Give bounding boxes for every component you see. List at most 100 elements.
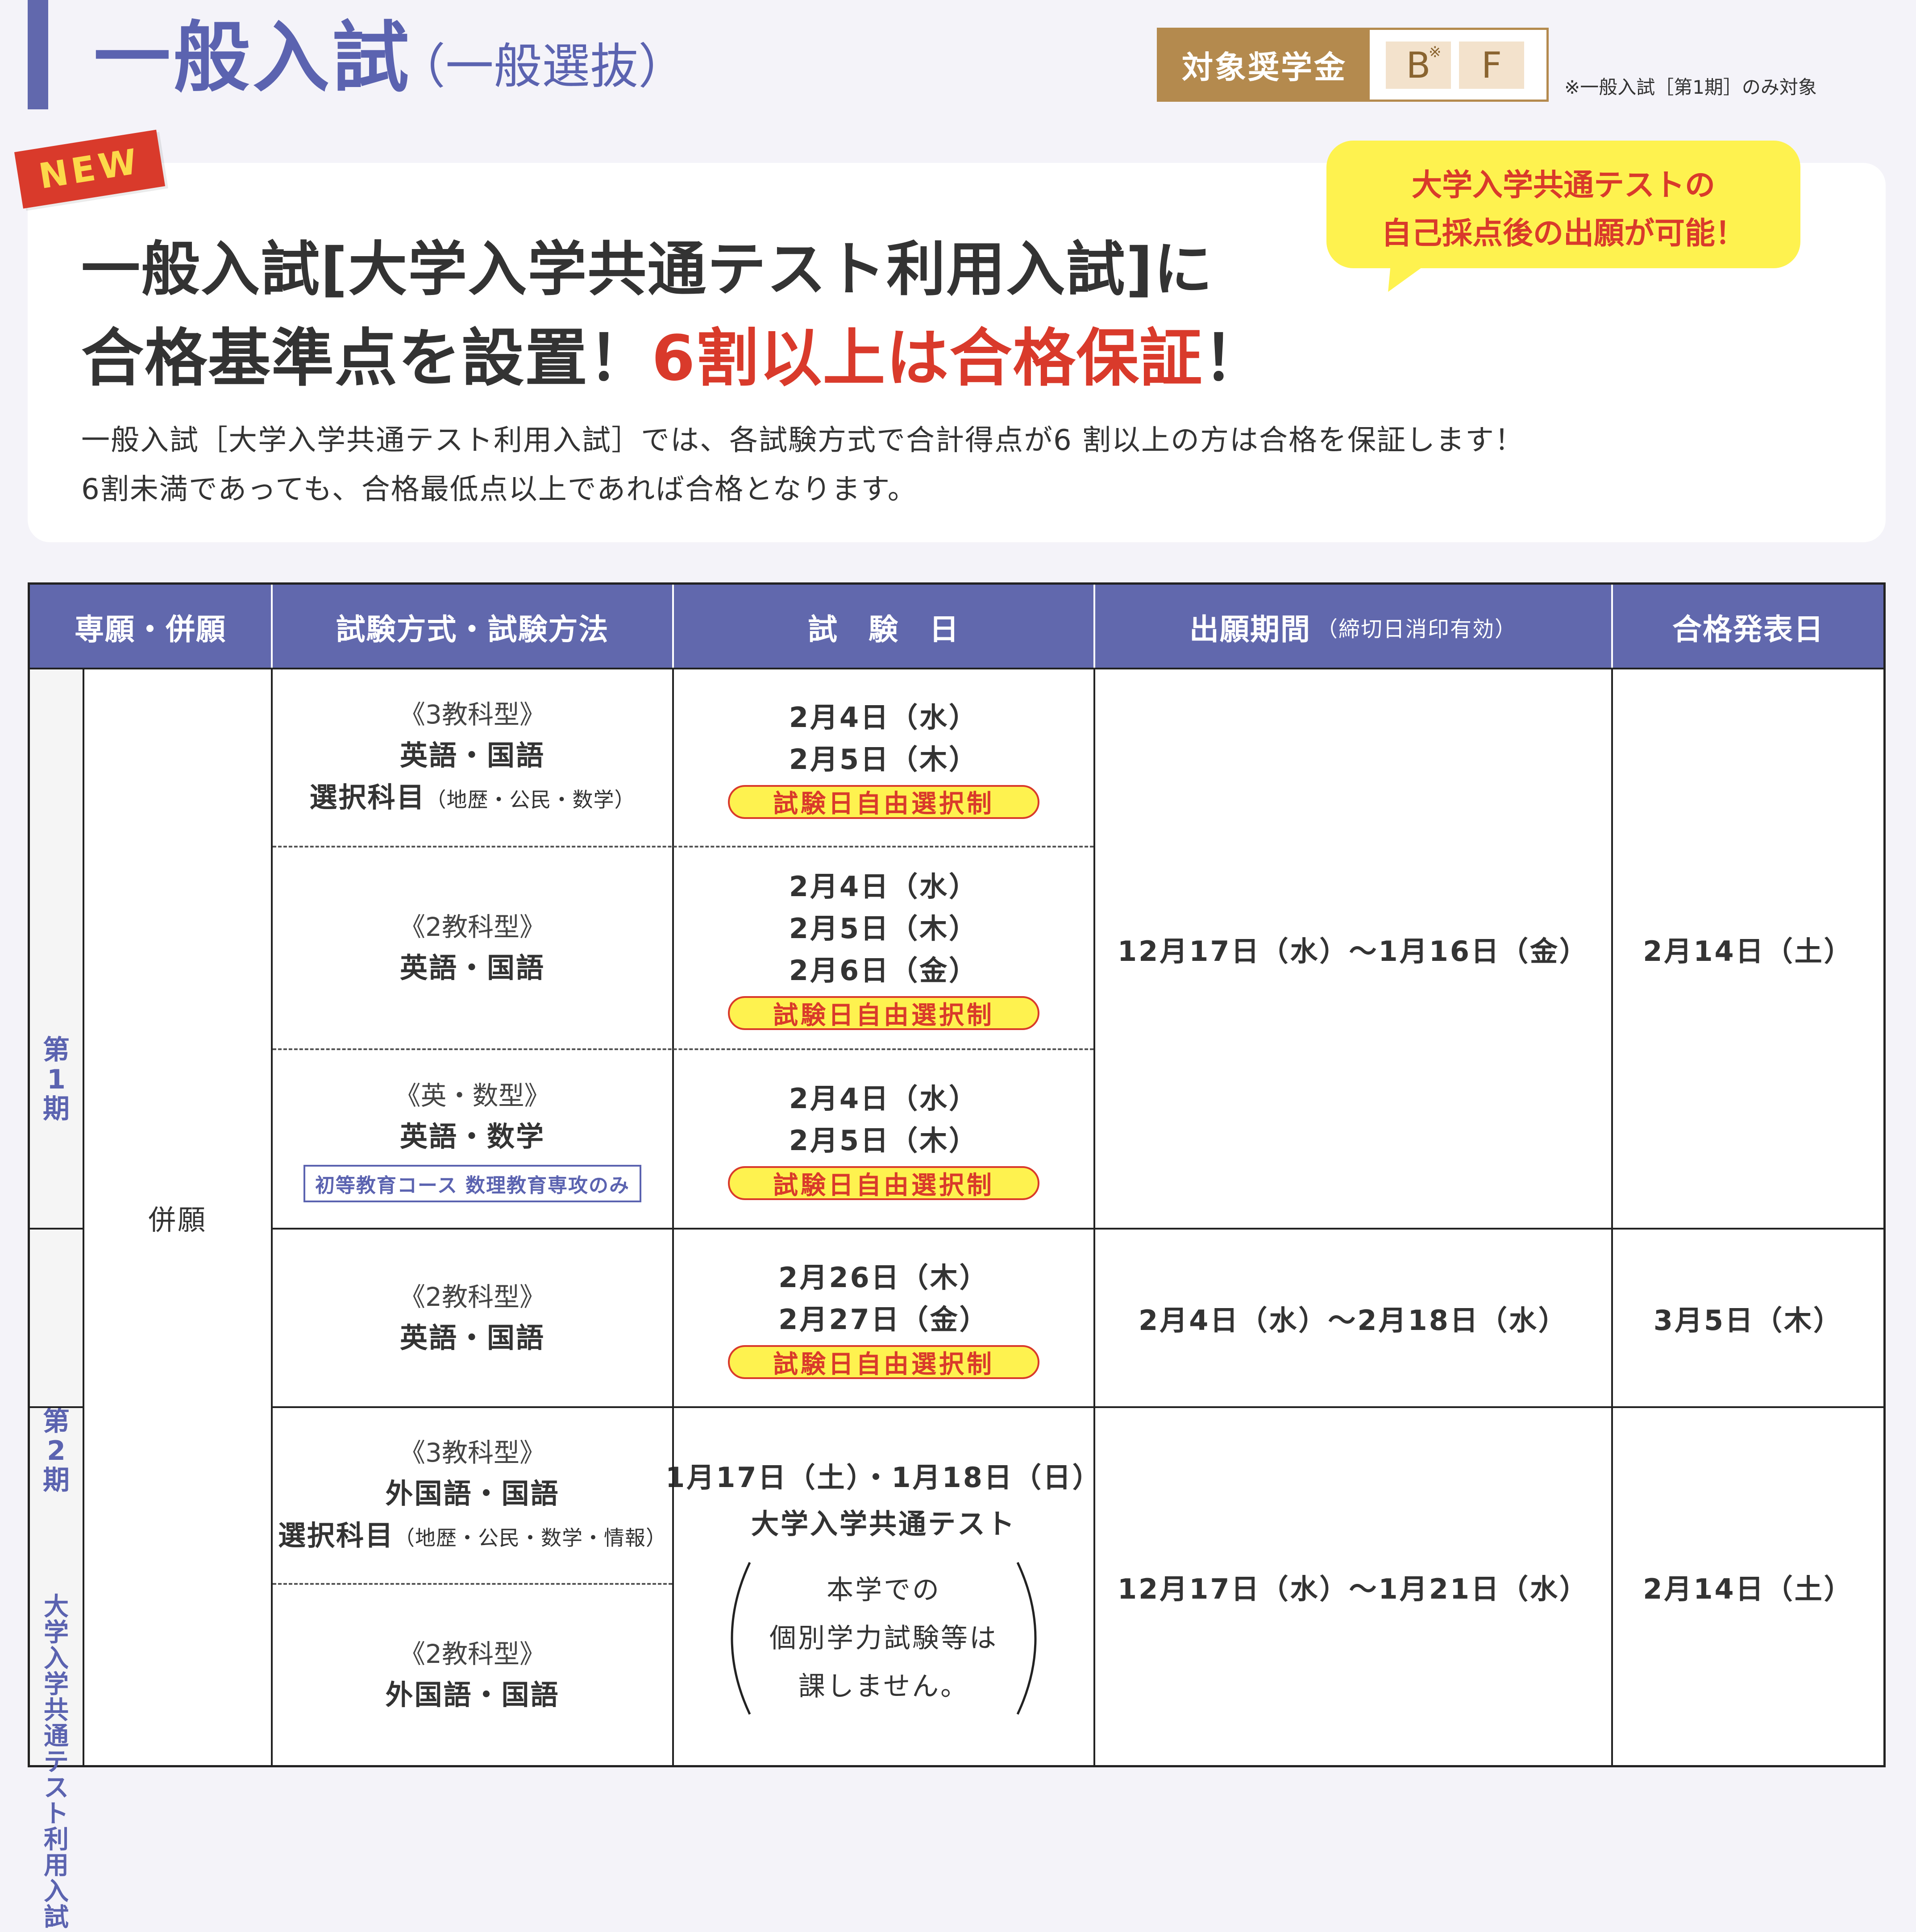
grid-line — [271, 1228, 1883, 1230]
exam-date: 2月5日（木） — [789, 912, 979, 945]
method-type: 《英・数型》 — [395, 1080, 550, 1111]
scholarship-chip-b: B ※ — [1386, 42, 1451, 89]
intro-text-2: 6割未満であっても、合格最低点以上であれば合格となります。 — [81, 473, 917, 506]
grid-line — [83, 669, 84, 1765]
method-cell: 《2教科型》 英語・国語 — [273, 1230, 672, 1406]
grid-line — [30, 668, 1883, 669]
note-line: 本学での — [827, 1575, 941, 1606]
exam-date-cell: 1月17日（土）・1月18日（日） 大学入学共通テスト 本学での 個別学力試験等… — [665, 1408, 1100, 1765]
free-select-badge: 試験日自由選択制 — [728, 996, 1039, 1030]
title-accent-bar — [28, 0, 48, 109]
method-type: 《2教科型》 — [399, 912, 545, 942]
headline-line-2: 合格基準点を設置！6割以上は合格保証！ — [81, 308, 1266, 398]
headline-part-c: ！ — [1203, 322, 1267, 395]
exam-date: 2月4日（水） — [789, 1082, 979, 1115]
note-line: 個別学力試験等は — [769, 1623, 998, 1654]
period-first: 第1期 — [43, 1035, 70, 1125]
header-divider — [271, 585, 273, 669]
exam-date-cell: 2月26日（木） 2月27日（金） 試験日自由選択制 — [674, 1230, 1093, 1406]
exam-date-cell: 2月4日（水） 2月5日（木） 2月6日（金） 試験日自由選択制 — [674, 848, 1093, 1048]
elective-note: （地歴・公民・数学） — [425, 788, 636, 812]
exam-date-label: 大学入学共通テスト — [751, 1508, 1016, 1540]
method-subjects: 英語・数学 — [399, 1120, 545, 1153]
free-select-badge: 試験日自由選択制 — [728, 1345, 1039, 1379]
no-exam-note-text: 本学での 個別学力試験等は 課しません。 — [719, 1558, 1049, 1719]
application-period: 2月4日（水）〜2月18日（水） — [1139, 1304, 1568, 1337]
header-exam-date: 試 験 日 — [808, 612, 960, 647]
method-cell: 《3教科型》 英語・国語 選択科目（地歴・公民・数学） — [273, 669, 672, 846]
scholarship-note: ※一般入試［第1期］のみ対象 — [1564, 76, 1817, 98]
result-date: 2月14日（土） — [1643, 935, 1854, 968]
method-type: 《2教科型》 — [399, 1639, 545, 1669]
period-second: 第2期 — [43, 1406, 70, 1496]
header-divider — [1093, 585, 1095, 669]
application-period-cell: 12月17日（水）〜1月21日（水） — [1095, 1408, 1611, 1765]
exam-date: 2月6日（金） — [789, 954, 979, 987]
exam-date: 2月4日（水） — [789, 701, 979, 734]
grid-line — [672, 669, 674, 1765]
headline-part-a: 合格基準点を設置！ — [81, 322, 652, 395]
headline-line-1: 一般入試[大学入学共通テスト利用入試]に — [81, 235, 1214, 304]
dashed-divider — [273, 1583, 672, 1585]
free-select-badge: 試験日自由選択制 — [728, 785, 1039, 819]
method-subjects: 英語・国語 — [399, 739, 545, 772]
grid-line — [271, 1406, 1883, 1408]
scholarship-chip-f: F — [1459, 42, 1524, 89]
chip-b-mark: ※ — [1429, 43, 1442, 61]
method-subjects: 外国語・国語 — [385, 1679, 560, 1711]
note-line: 課しません。 — [798, 1671, 969, 1702]
header-period-label: 出願期間 — [1189, 612, 1311, 647]
exam-date: 2月5日（木） — [789, 1124, 979, 1157]
grid-line — [1611, 669, 1613, 1765]
page-subtitle: （一般選抜） — [397, 39, 687, 95]
dashed-divider — [273, 1048, 1093, 1050]
application-period-cell: 2月4日（水）〜2月18日（水） — [1095, 1230, 1611, 1406]
grid-line — [30, 1228, 83, 1230]
header-divider — [672, 585, 674, 669]
course-note: 初等教育コース 数理教育専攻のみ — [303, 1165, 642, 1202]
elective-note: （地歴・公民・数学・情報） — [394, 1525, 667, 1550]
exam-date: 2月5日（木） — [789, 743, 979, 776]
header-period-note: （締切日消印有効） — [1316, 617, 1517, 642]
exam-schedule-table: 専願・併願 試験方式・試験方法 試 験 日 出願期間 （締切日消印有効） 合格発表… — [28, 582, 1886, 1931]
method-subjects: 外国語・国語 — [385, 1477, 560, 1510]
result-date: 2月14日（土） — [1643, 1573, 1854, 1605]
page-title: 一般入試 — [94, 13, 411, 103]
chip-b-text: B — [1406, 44, 1431, 86]
method-type: 《2教科型》 — [399, 1282, 545, 1312]
result-date: 3月5日（木） — [1653, 1304, 1843, 1337]
speech-bubble: 大学入学共通テストの 自己採点後の出願が可能！ — [1326, 141, 1800, 268]
dashed-divider — [273, 846, 1093, 848]
apply-type-value: 併願 — [148, 1203, 207, 1236]
free-select-badge: 試験日自由選択制 — [728, 1166, 1039, 1200]
scholarship-label: 対象奨学金 — [1159, 30, 1370, 100]
method-electives: 選択科目（地歴・公民・数学） — [309, 777, 635, 821]
no-exam-note: 本学での 個別学力試験等は 課しません。 — [719, 1558, 1049, 1719]
method-subjects: 英語・国語 — [399, 1321, 545, 1354]
exam-date: 2月26日（木） — [778, 1261, 989, 1294]
result-date-cell: 2月14日（土） — [1613, 1408, 1883, 1765]
method-subjects: 英語・国語 — [399, 951, 545, 984]
header-apply-type: 専願・併願 — [75, 612, 226, 647]
exam-date: 2月27日（金） — [778, 1303, 989, 1336]
application-period-cell: 12月17日（水）〜1月16日（金） — [1095, 669, 1611, 1228]
period-common: 大学入学共通テスト利用入試 — [44, 1592, 69, 1932]
scholarship-box: 対象奨学金 B ※ F — [1157, 28, 1549, 102]
method-cell: 《英・数型》 英語・数学 初等教育コース 数理教育専攻のみ — [273, 1050, 672, 1228]
apply-type-cell: 併願 — [84, 669, 271, 1765]
header-application-period: 出願期間 （締切日消印有効） — [1095, 585, 1611, 669]
application-period: 12月17日（水）〜1月21日（水） — [1118, 1573, 1589, 1605]
table-header-row: 専願・併願 試験方式・試験方法 試 験 日 出願期間 （締切日消印有効） 合格発表… — [30, 585, 1883, 669]
elective-label: 選択科目 — [309, 781, 426, 814]
header-divider — [1611, 585, 1613, 669]
exam-date-cell: 2月4日（水） 2月5日（木） 試験日自由選択制 — [674, 1050, 1093, 1228]
method-cell: 《2教科型》 外国語・国語 — [273, 1585, 672, 1765]
grid-line — [30, 1406, 83, 1408]
method-type: 《3教科型》 — [399, 1437, 545, 1468]
application-period: 12月17日（水）〜1月16日（金） — [1118, 935, 1589, 968]
headline-guarantee: 6割以上は合格保証 — [652, 322, 1203, 395]
method-cell: 《2教科型》 英語・国語 — [273, 848, 672, 1048]
method-electives: 選択科目（地歴・公民・数学・情報） — [278, 1515, 667, 1559]
exam-date-cell: 2月4日（水） 2月5日（木） 試験日自由選択制 — [674, 669, 1093, 846]
exam-date: 2月4日（水） — [789, 870, 979, 903]
